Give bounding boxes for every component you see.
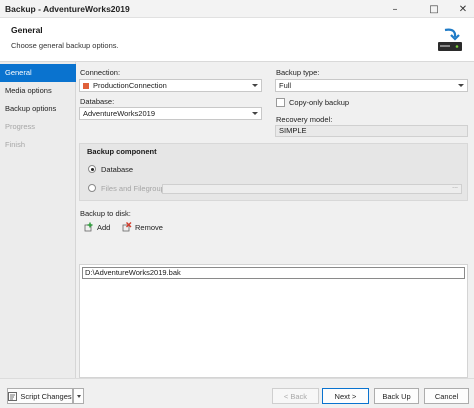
chevron-down-icon xyxy=(458,84,464,87)
script-changes-button[interactable]: Script Changes xyxy=(7,388,73,404)
copy-only-label[interactable]: Copy-only backup xyxy=(289,98,349,107)
backup-type-label: Backup type: xyxy=(276,68,320,77)
window-titlebar: Backup - AdventureWorks2019 – □ ✕ xyxy=(0,0,474,18)
chevron-down-icon xyxy=(252,112,258,115)
chevron-down-icon xyxy=(252,84,258,87)
connection-label: Connection: xyxy=(80,68,121,77)
backup-database-icon xyxy=(438,28,462,51)
backup-type-select[interactable]: Full xyxy=(275,79,468,92)
backup-component-group: Backup component Database Files and File… xyxy=(79,143,468,201)
recovery-model-field: SIMPLE xyxy=(275,125,468,137)
add-button[interactable]: Add xyxy=(84,222,110,232)
files-filegroups-radio[interactable] xyxy=(88,184,96,192)
files-filegroups-label[interactable]: Files and Filegroups xyxy=(101,184,169,193)
connection-select[interactable]: ProductionConnection xyxy=(79,79,262,92)
database-label: Database: xyxy=(80,97,115,106)
database-select[interactable]: AdventureWorks2019 xyxy=(79,107,262,120)
database-option-label[interactable]: Database xyxy=(101,165,133,174)
recovery-model-label: Recovery model: xyxy=(276,115,333,124)
back-up-button[interactable]: Back Up xyxy=(374,388,419,404)
page-subtitle: Choose general backup options. xyxy=(11,41,119,50)
database-value: AdventureWorks2019 xyxy=(83,109,155,118)
sidebar-item-general[interactable]: General xyxy=(0,64,76,82)
page-title: General xyxy=(11,25,43,35)
cancel-button[interactable]: Cancel xyxy=(424,388,469,404)
close-button[interactable]: ✕ xyxy=(452,0,474,18)
sidebar-item-finish: Finish xyxy=(5,140,26,149)
add-label: Add xyxy=(97,222,111,232)
remove-icon xyxy=(122,222,132,232)
backup-type-value: Full xyxy=(279,81,292,90)
sidebar-item-progress: Progress xyxy=(5,122,36,131)
sidebar-item-media-options[interactable]: Media options xyxy=(0,82,76,100)
filegroups-field: ... xyxy=(162,183,462,194)
database-radio[interactable] xyxy=(88,165,96,173)
add-icon xyxy=(84,222,93,232)
backup-component-title: Backup component xyxy=(87,147,157,156)
maximize-button[interactable]: □ xyxy=(423,0,445,18)
remove-button[interactable]: Remove xyxy=(122,222,163,232)
chevron-down-icon xyxy=(76,394,81,398)
browse-button[interactable]: ... xyxy=(452,183,458,190)
script-changes-label: Script Changes xyxy=(20,391,72,401)
general-page: Connection: ProductionConnection Databas… xyxy=(76,62,474,378)
wizard-footer: Script Changes < Back Next > Back Up Can… xyxy=(0,378,474,408)
wizard-sidebar: General Media options Backup options Pro… xyxy=(0,62,76,378)
back-button[interactable]: < Back xyxy=(272,388,319,404)
remove-label: Remove xyxy=(135,222,163,232)
next-button[interactable]: Next > xyxy=(322,388,369,404)
minimize-button[interactable]: – xyxy=(384,0,406,18)
window-title: Backup - AdventureWorks2019 xyxy=(5,4,130,14)
connection-value: ProductionConnection xyxy=(93,81,167,90)
script-changes-dropdown[interactable] xyxy=(73,388,84,404)
wizard-header: General Choose general backup options. xyxy=(0,18,474,62)
sidebar-item-backup-options[interactable]: Backup options xyxy=(0,100,76,118)
backup-to-disk-label: Backup to disk: xyxy=(80,209,131,218)
copy-only-checkbox[interactable] xyxy=(276,98,285,107)
backup-disk-list[interactable]: D:\AdventureWorks2019.bak xyxy=(79,264,468,378)
script-icon xyxy=(8,391,18,401)
connection-color-marker xyxy=(83,82,89,89)
list-item[interactable]: D:\AdventureWorks2019.bak xyxy=(82,267,465,279)
